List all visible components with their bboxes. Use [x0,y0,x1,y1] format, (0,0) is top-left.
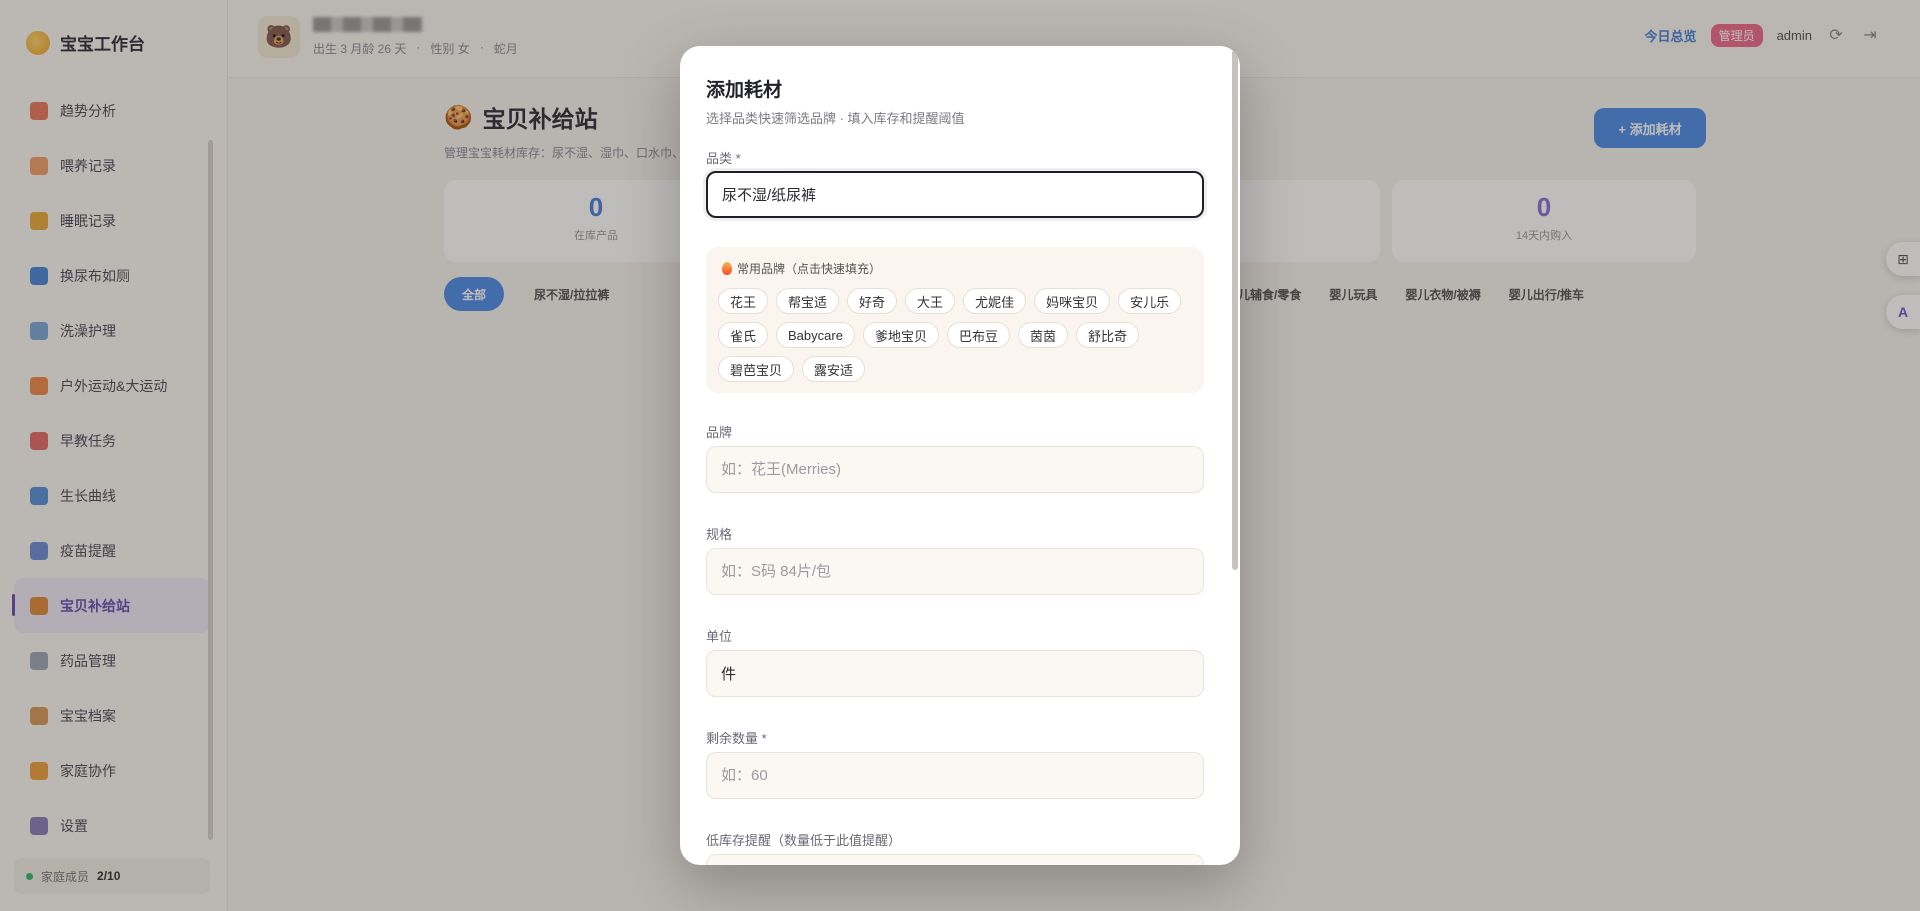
brand-chip[interactable]: 雀氏 [718,322,769,348]
brand-chip[interactable]: Babycare [776,322,855,348]
unit-label: 单位 [706,629,733,644]
add-supply-dialog: 添加耗材 选择品类快速筛选品牌 · 填入库存和提醒阈值 品类 * 常用品牌（点击… [680,46,1240,865]
brand-chip[interactable]: 茵茵 [1017,322,1068,348]
dialog-scrollbar[interactable] [1232,50,1238,570]
brand-chip[interactable]: 舒比奇 [1075,322,1139,348]
quantity-input[interactable] [706,752,1204,799]
brand-chip[interactable]: 巴布豆 [946,322,1010,348]
quantity-label: 剩余数量 * [706,731,767,746]
brand-chip[interactable]: 妈咪宝贝 [1034,288,1111,314]
brand-input[interactable] [706,446,1204,493]
brand-chip[interactable]: 尤妮佳 [963,288,1027,314]
dialog-title: 添加耗材 [706,80,783,101]
low-stock-input[interactable] [706,854,1204,865]
brand-chip[interactable]: 碧芭宝贝 [718,356,795,382]
brand-chip[interactable]: 大王 [905,288,956,314]
spec-input[interactable] [706,548,1204,595]
brand-chip[interactable]: 露安适 [802,356,866,382]
common-brands-heading-text: 常用品牌（点击快速填充） [737,262,882,276]
category-input[interactable] [706,171,1204,218]
brand-chip[interactable]: 帮宝适 [776,288,840,314]
brand-chips: 花王 帮宝适 好奇 大王 尤妮佳 妈咪宝贝 安儿乐雀氏 Babycare 爹地宝贝 巴布豆 茵茵 舒比… [718,288,1188,382]
low-stock-label: 低库存提醒（数量低于此值提醒） [706,833,902,848]
common-brands-heading: 常用品牌（点击快速填充） [722,260,881,277]
fire-icon [722,262,732,275]
category-label-text: 品类 * [706,151,741,166]
category-label: 品类 * [706,148,741,167]
brand-chip[interactable]: 爹地宝贝 [862,322,939,348]
brand-label: 品牌 [706,425,733,440]
unit-input[interactable] [706,650,1204,697]
brand-chip[interactable]: 安儿乐 [1118,288,1182,314]
common-brands-panel: 常用品牌（点击快速填充） 花王 帮宝适 好奇 大王 尤妮佳 妈咪宝贝 安儿乐雀氏 Babyca… [706,247,1204,393]
brand-chip[interactable]: 好奇 [847,288,898,314]
dialog-subtitle: 选择品类快速筛选品牌 · 填入库存和提醒阈值 [706,111,965,126]
spec-label: 规格 [706,527,733,542]
brand-chip[interactable]: 花王 [718,288,769,314]
